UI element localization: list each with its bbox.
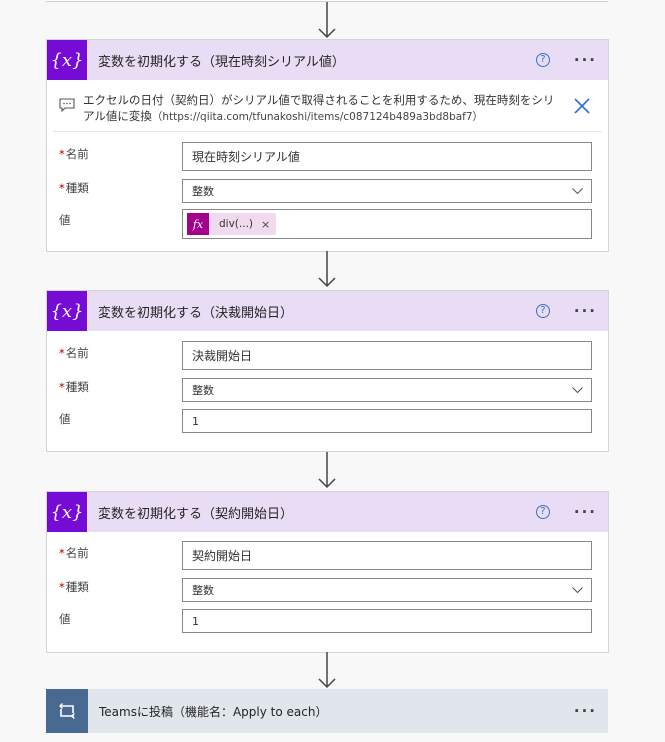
name-field-row: *名前 決裁開始日 xyxy=(47,341,608,375)
value-field-row: 値 fx div(...) × xyxy=(47,209,608,244)
flow-arrow-4 xyxy=(318,652,336,689)
type-select[interactable]: 整数 xyxy=(182,378,592,402)
card-header[interactable]: {x} 変数を初期化する（決裁開始日） ? ··· xyxy=(47,291,608,331)
apply-to-each-card[interactable]: Teamsに投稿（機能名：Apply to each） ··· xyxy=(46,689,608,733)
name-field-row: *名前 契約開始日 xyxy=(47,541,608,575)
remove-token-icon[interactable]: × xyxy=(261,218,270,231)
init-variable-card-approval-start[interactable]: {x} 変数を初期化する（決裁開始日） ? ··· *名前 決裁開始日 *種類 … xyxy=(46,290,609,452)
close-comment-icon[interactable] xyxy=(572,96,592,116)
card-title[interactable]: 変数を初期化する（決裁開始日） xyxy=(98,302,536,321)
type-field-row: *種類 整数 xyxy=(47,575,608,609)
type-label: *種類 xyxy=(59,580,89,594)
type-select[interactable]: 整数 xyxy=(182,578,592,602)
fx-icon: fx xyxy=(187,213,209,235)
card-header[interactable]: {x} 変数を初期化する（現在時刻シリアル値） ? ··· xyxy=(47,40,608,80)
comment-icon xyxy=(59,98,75,112)
card-title[interactable]: Teamsに投稿（機能名：Apply to each） xyxy=(99,703,574,720)
value-field-row: 値 1 xyxy=(47,609,608,643)
card-title[interactable]: 変数を初期化する（現在時刻シリアル値） xyxy=(98,51,536,70)
type-field-row: *種類 整数 xyxy=(47,176,608,210)
chevron-down-icon xyxy=(572,587,583,594)
help-icon[interactable]: ? xyxy=(535,53,550,67)
value-field-row: 値 1 xyxy=(47,409,608,443)
name-input[interactable]: 現在時刻シリアル値 xyxy=(182,142,592,171)
variable-icon: {x} xyxy=(47,40,87,80)
comment[interactable]: エクセルの日付（契約日）がシリアル値で取得されることを利用するため、現在時刻をシ… xyxy=(53,86,602,132)
variable-icon: {x} xyxy=(47,492,87,532)
more-options-icon[interactable]: ··· xyxy=(574,702,597,720)
flow-arrow-1 xyxy=(318,2,336,39)
variable-icon: {x} xyxy=(47,291,87,331)
init-variable-card-current-serial[interactable]: {x} 変数を初期化する（現在時刻シリアル値） ? ··· エクセルの日付（契約… xyxy=(46,39,609,252)
flow-arrow-2 xyxy=(318,251,336,288)
token-label: div(...) xyxy=(219,218,254,230)
name-label: *名前 xyxy=(59,147,89,161)
card-header[interactable]: {x} 変数を初期化する（契約開始日） ? ··· xyxy=(47,492,608,532)
value-input[interactable]: 1 xyxy=(182,409,592,433)
chevron-down-icon xyxy=(572,188,583,195)
name-input[interactable]: 決裁開始日 xyxy=(182,341,592,370)
name-input[interactable]: 契約開始日 xyxy=(182,541,592,570)
help-icon[interactable]: ? xyxy=(535,304,550,318)
comment-url: （https://qiita.com/tfunakoshi/items/c087… xyxy=(151,111,484,123)
type-field-row: *種類 整数 xyxy=(47,375,608,409)
name-label: *名前 xyxy=(59,346,89,360)
name-label: *名前 xyxy=(59,546,89,560)
name-field-row: *名前 現在時刻シリアル値 xyxy=(47,142,608,176)
type-label: *種類 xyxy=(59,181,89,195)
expression-token[interactable]: fx div(...) × xyxy=(187,213,277,235)
value-label: 値 xyxy=(59,612,71,626)
value-label: 値 xyxy=(59,412,71,426)
help-icon[interactable]: ? xyxy=(535,505,550,519)
more-options-icon[interactable]: ··· xyxy=(574,503,597,521)
flow-arrow-3 xyxy=(318,452,336,489)
loop-icon xyxy=(46,689,88,733)
more-options-icon[interactable]: ··· xyxy=(574,51,597,69)
value-input[interactable]: fx div(...) × xyxy=(182,209,592,239)
init-variable-card-contract-start[interactable]: {x} 変数を初期化する（契約開始日） ? ··· *名前 契約開始日 *種類 … xyxy=(46,491,609,653)
type-label: *種類 xyxy=(59,380,89,394)
chevron-down-icon xyxy=(572,387,583,394)
more-options-icon[interactable]: ··· xyxy=(574,302,597,320)
value-label: 値 xyxy=(59,213,71,227)
value-input[interactable]: 1 xyxy=(182,609,592,633)
type-select[interactable]: 整数 xyxy=(182,179,592,203)
card-title[interactable]: 変数を初期化する（契約開始日） xyxy=(98,503,536,522)
